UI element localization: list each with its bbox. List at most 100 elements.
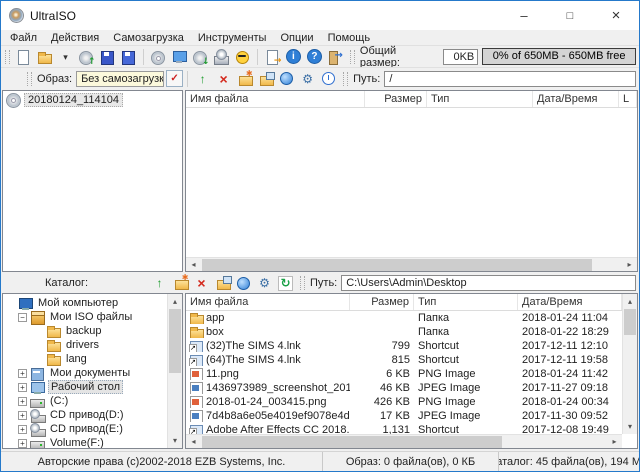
horizontal-scrollbar[interactable]: ◂ ▸ bbox=[186, 257, 637, 271]
tree-item[interactable]: backup bbox=[3, 324, 167, 338]
image-label: Образ: bbox=[37, 73, 72, 85]
new-folder-icon[interactable] bbox=[234, 69, 255, 89]
file-row[interactable]: (64)The SIMS 4.lnk 815 Shortcut 2017-12-… bbox=[186, 353, 622, 367]
settings-icon[interactable]: ⚙ bbox=[254, 273, 275, 293]
column-header[interactable]: Имя файла bbox=[186, 91, 365, 107]
burn-cd-icon[interactable] bbox=[211, 47, 232, 67]
add-files-icon[interactable] bbox=[276, 69, 297, 89]
menu-actions[interactable]: Действия bbox=[44, 32, 106, 44]
scroll-thumb[interactable] bbox=[169, 309, 181, 373]
file-row[interactable]: Adobe After Effects CC 2018.lnk 1,131 Sh… bbox=[186, 423, 622, 434]
tree-item[interactable]: + CD привод(D:) bbox=[3, 408, 167, 422]
column-header[interactable]: Размер bbox=[350, 294, 414, 310]
file-row[interactable]: box Папка 2018-01-22 18:29 bbox=[186, 325, 622, 339]
delete-icon[interactable]: × bbox=[191, 273, 212, 293]
tree-item[interactable]: + Рабочий стол bbox=[3, 380, 167, 394]
iso-root-item[interactable]: 20180124_114104 bbox=[3, 91, 182, 106]
burn-disc-icon[interactable] bbox=[148, 47, 169, 67]
tree-expander[interactable]: + bbox=[18, 439, 27, 448]
scroll-down-icon[interactable]: ▾ bbox=[628, 419, 632, 434]
file-row[interactable]: 11.png 6 KB PNG Image 2018-01-24 11:42 bbox=[186, 367, 622, 381]
open-image-icon[interactable] bbox=[34, 47, 55, 67]
tree-expander[interactable]: + bbox=[18, 397, 27, 406]
local-path-input[interactable]: C:\Users\Admin\Desktop bbox=[341, 275, 636, 291]
view-mode-icon[interactable] bbox=[318, 69, 339, 89]
scroll-left-icon[interactable]: ◂ bbox=[186, 435, 201, 449]
new-folder-icon[interactable] bbox=[170, 273, 191, 293]
rename-icon[interactable] bbox=[255, 69, 276, 89]
open-dropdown-icon[interactable]: ▾ bbox=[55, 47, 76, 67]
scroll-right-icon[interactable]: ▸ bbox=[622, 258, 637, 272]
maximize-button[interactable]: □ bbox=[547, 1, 593, 30]
file-row[interactable]: 7d4b8a6e05e4019ef9078e4d9e8.jpg 17 KB JP… bbox=[186, 409, 622, 423]
minimize-button[interactable]: – bbox=[501, 1, 547, 30]
menu-options[interactable]: Опции bbox=[273, 32, 320, 44]
scroll-thumb[interactable] bbox=[624, 309, 636, 335]
properties-icon[interactable]: ⚙ bbox=[297, 69, 318, 89]
delete-icon[interactable]: × bbox=[213, 69, 234, 89]
new-image-icon[interactable] bbox=[13, 47, 34, 67]
menu-help[interactable]: Помощь bbox=[321, 32, 378, 44]
tree-item[interactable]: drivers bbox=[3, 338, 167, 352]
convert-icon[interactable] bbox=[169, 47, 190, 67]
help-icon[interactable]: ? bbox=[304, 47, 325, 67]
menu-file[interactable]: Файл bbox=[3, 32, 44, 44]
tree-expander[interactable]: − bbox=[18, 313, 27, 322]
column-header[interactable]: Дата/Время bbox=[533, 91, 619, 107]
tree-item[interactable]: lang bbox=[3, 352, 167, 366]
local-panes: Мой компьютер − Мои ISO файлы backup bbox=[1, 293, 639, 449]
column-header[interactable]: Размер bbox=[365, 91, 427, 107]
info-icon[interactable]: i bbox=[283, 47, 304, 67]
image-path-input[interactable]: / bbox=[384, 71, 636, 87]
scroll-up-icon[interactable]: ▴ bbox=[628, 294, 632, 309]
exit-icon[interactable] bbox=[325, 47, 346, 67]
scroll-up-icon[interactable]: ▴ bbox=[173, 294, 177, 309]
save-as-icon[interactable] bbox=[118, 47, 139, 67]
horizontal-scrollbar[interactable]: ◂ ▸ bbox=[186, 434, 622, 448]
rename-icon[interactable] bbox=[212, 273, 233, 293]
file-type: JPEG Image bbox=[414, 382, 518, 394]
column-header[interactable]: Тип bbox=[414, 294, 518, 310]
tree-item[interactable]: + Volume(F:) bbox=[3, 436, 167, 448]
tree-item[interactable]: + (C:) bbox=[3, 394, 167, 408]
save-icon[interactable] bbox=[97, 47, 118, 67]
file-row[interactable]: app Папка 2018-01-24 11:04 bbox=[186, 311, 622, 325]
tree-expander[interactable]: + bbox=[18, 425, 27, 434]
tree-item[interactable]: Мой компьютер bbox=[3, 296, 167, 310]
toolbar-grip bbox=[343, 72, 348, 86]
scroll-thumb[interactable] bbox=[202, 259, 592, 271]
boot-check-button[interactable]: ✓ bbox=[166, 70, 183, 87]
extract-up-icon[interactable]: ↑ bbox=[192, 69, 213, 89]
menu-tools[interactable]: Инструменты bbox=[191, 32, 274, 44]
tree-item[interactable]: + CD привод(E:) bbox=[3, 422, 167, 436]
file-row[interactable]: (32)The SIMS 4.lnk 799 Shortcut 2017-12-… bbox=[186, 339, 622, 353]
browse-icon[interactable] bbox=[233, 273, 254, 293]
column-header[interactable]: L bbox=[619, 91, 637, 107]
tree-item[interactable]: + Мои документы bbox=[3, 366, 167, 380]
scroll-down-icon[interactable]: ▾ bbox=[173, 433, 177, 448]
column-header[interactable]: Дата/Время bbox=[518, 294, 622, 310]
mount-icon[interactable] bbox=[262, 47, 283, 67]
close-button[interactable]: × bbox=[593, 1, 639, 30]
tree-expander[interactable]: + bbox=[18, 369, 27, 378]
compress-iso-icon[interactable] bbox=[232, 47, 253, 67]
column-header[interactable]: Имя файла bbox=[186, 294, 350, 310]
scroll-thumb[interactable] bbox=[202, 436, 502, 448]
scroll-left-icon[interactable]: ◂ bbox=[186, 258, 201, 272]
create-cd-image-icon[interactable] bbox=[76, 47, 97, 67]
tree-expander[interactable]: + bbox=[18, 383, 27, 392]
file-row[interactable]: 2018-01-24_003415.png 426 KB PNG Image 2… bbox=[186, 395, 622, 409]
menu-bootable[interactable]: Самозагрузка bbox=[106, 32, 191, 44]
column-header[interactable]: Тип bbox=[427, 91, 533, 107]
scroll-right-icon[interactable]: ▸ bbox=[607, 435, 622, 449]
maximize-icon: □ bbox=[567, 10, 574, 22]
rip-cd-icon[interactable] bbox=[190, 47, 211, 67]
tree-expander[interactable]: + bbox=[18, 411, 27, 420]
refresh-icon[interactable]: ↻ bbox=[275, 273, 296, 293]
vertical-scrollbar[interactable]: ▴ ▾ bbox=[167, 294, 182, 448]
tree-item[interactable]: − Мои ISO файлы bbox=[3, 310, 167, 324]
file-row[interactable]: 1436973989_screenshot_2015-07-... 46 KB … bbox=[186, 381, 622, 395]
file-type-icon bbox=[189, 354, 203, 366]
up-level-icon[interactable]: ↑ bbox=[149, 273, 170, 293]
vertical-scrollbar[interactable]: ▴ ▾ bbox=[622, 294, 637, 434]
